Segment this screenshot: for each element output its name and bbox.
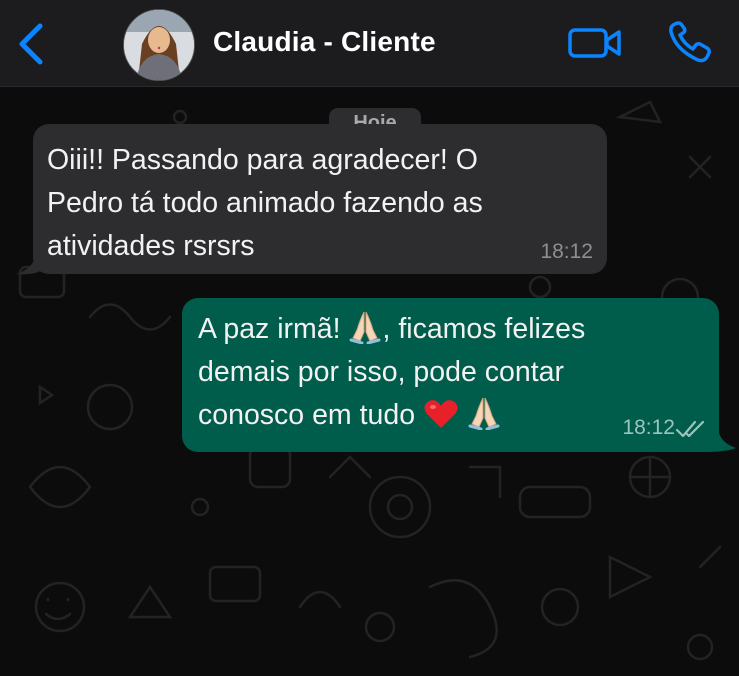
double-check-icon: [675, 420, 705, 438]
message-line: Oiii!! Passando para agradecer! O: [47, 144, 478, 176]
contact-name[interactable]: Claudia - Cliente: [213, 26, 436, 58]
folded-hands-emoji: [349, 311, 381, 344]
message-line: demais por isso, pode contar: [198, 356, 564, 388]
avatar[interactable]: [123, 9, 195, 81]
message-line: A paz irmã! , ficamos felizes: [198, 308, 718, 351]
message-timestamp: 18:12: [540, 240, 593, 263]
message-line: atividades rsrsrs: [47, 230, 255, 262]
avatar-photo: [124, 10, 194, 80]
message-segment: , ficamos felizes: [382, 313, 586, 345]
chat-header: Claudia - Cliente: [0, 0, 739, 87]
message-timestamp: 18:12: [622, 416, 675, 439]
message-text: Oiii!! Passando para agradecer! O Pedro …: [47, 139, 595, 268]
outgoing-message-bubble[interactable]: A paz irmã! , ficamos felizes demais por…: [182, 298, 719, 452]
incoming-message-bubble[interactable]: Oiii!! Passando para agradecer! O Pedro …: [33, 124, 607, 274]
message-segment: conosco em tudo: [198, 399, 423, 431]
message-segment: A paz irmã!: [198, 313, 349, 345]
message-line: Pedro tá todo animado fazendo as: [47, 187, 483, 219]
folded-hands-emoji: [468, 397, 500, 430]
chevron-left-icon[interactable]: [14, 22, 48, 66]
video-call-icon[interactable]: [567, 23, 623, 63]
phone-icon[interactable]: [666, 20, 714, 64]
red-heart-emoji: [424, 400, 458, 428]
